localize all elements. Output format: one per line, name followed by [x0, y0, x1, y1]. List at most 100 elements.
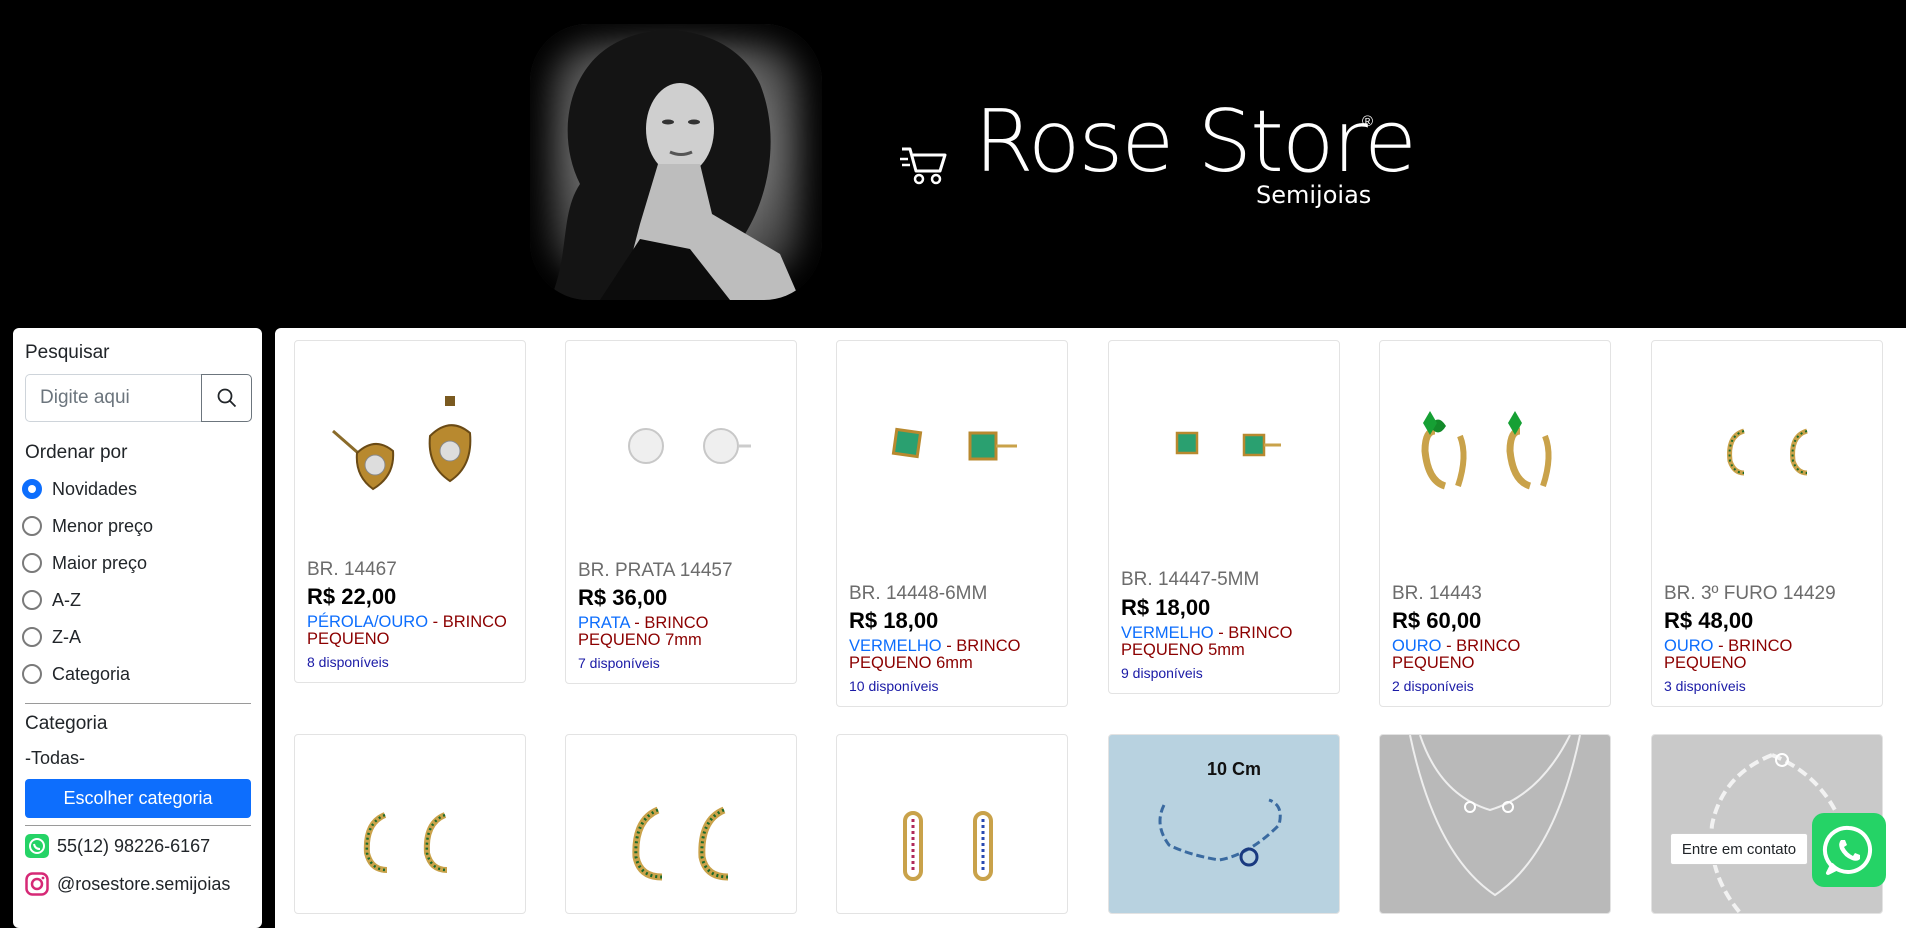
- product-description: VERMELHO - BRINCO PEQUENO 6mm: [849, 638, 1057, 672]
- desc-separator: -: [1441, 637, 1457, 655]
- search-button[interactable]: [201, 374, 252, 422]
- product-color: OURO: [1392, 637, 1442, 655]
- product-description: PRATA - BRINCO PEQUENO 7mm: [578, 615, 786, 649]
- product-card[interactable]: 10 Cm: [1108, 734, 1340, 914]
- product-color: VERMELHO: [1121, 624, 1214, 642]
- product-card[interactable]: BR. PRATA 14457 R$ 36,00 PRATA - BRINCO …: [565, 340, 797, 684]
- phone-number: 55(12) 98226-6167: [57, 835, 211, 856]
- product-code: BR. PRATA 14457: [578, 560, 733, 581]
- search-input[interactable]: [25, 374, 201, 422]
- desc-separator: -: [629, 614, 645, 632]
- brand-subtitle: Semijoias: [1256, 181, 1372, 209]
- product-card[interactable]: [836, 734, 1068, 914]
- product-card[interactable]: BR. 14443 R$ 60,00 OURO - BRINCO PEQUENO…: [1379, 340, 1611, 707]
- product-code: BR. 14467: [307, 559, 397, 580]
- product-image: [632, 806, 729, 881]
- contact-tooltip: Entre em contato: [1670, 833, 1808, 865]
- search-group: [25, 374, 252, 422]
- product-code: BR. 14443: [1392, 583, 1482, 604]
- product-price: R$ 22,00: [307, 584, 397, 609]
- product-price: R$ 18,00: [1121, 595, 1211, 620]
- store-logo[interactable]: Rose Store ® Semijoias: [900, 99, 1417, 235]
- product-color: OURO: [1664, 637, 1714, 655]
- category-current: -Todas-: [25, 748, 86, 768]
- product-description: OURO - BRINCO PEQUENO: [1664, 638, 1872, 672]
- choose-category-button[interactable]: Escolher categoria: [25, 779, 251, 818]
- product-image: [1175, 431, 1281, 457]
- product-stock: 8 disponíveis: [307, 654, 389, 670]
- sort-option-z-a[interactable]: Z-A: [22, 623, 81, 651]
- category-label: Categoria: [25, 713, 108, 734]
- desc-separator: -: [941, 637, 957, 655]
- product-stock: 2 disponíveis: [1392, 678, 1474, 694]
- product-image: 10 Cm: [1158, 759, 1282, 867]
- search-icon: [217, 388, 236, 408]
- sort-option-categoria[interactable]: Categoria: [22, 660, 130, 688]
- product-card[interactable]: [565, 734, 797, 914]
- radio-button[interactable]: [22, 664, 42, 684]
- whatsapp-icon: [1822, 825, 1873, 875]
- product-image: [363, 812, 448, 873]
- model-portrait-image: [530, 24, 822, 300]
- product-price: R$ 60,00: [1392, 608, 1482, 633]
- instagram-icon: [25, 872, 49, 896]
- product-image: [903, 811, 993, 881]
- radio-button[interactable]: [22, 590, 42, 610]
- divider: [25, 703, 251, 704]
- sort-option-novidades[interactable]: Novidades: [22, 475, 137, 503]
- desc-separator: -: [1713, 637, 1729, 655]
- product-code: BR. 14447-5MM: [1121, 569, 1260, 590]
- instagram-contact[interactable]: @rosestore.semijoias: [25, 872, 230, 896]
- brand-name: Rose Store: [974, 92, 1417, 192]
- product-card[interactable]: BR. 14467 R$ 22,00 PÉROLA/OURO - BRINCO …: [294, 340, 526, 683]
- whatsapp-small-icon: [25, 834, 49, 858]
- header-banner: Rose Store ® Semijoias: [0, 0, 1906, 328]
- product-stock: 10 disponíveis: [849, 678, 939, 694]
- sort-option-label: Novidades: [52, 478, 138, 499]
- product-stock: 3 disponíveis: [1664, 678, 1746, 694]
- radio-button[interactable]: [22, 553, 42, 573]
- product-image: [628, 428, 751, 464]
- product-card[interactable]: [294, 734, 526, 914]
- product-card[interactable]: BR. 14448-6MM R$ 18,00 VERMELHO - BRINCO…: [836, 340, 1068, 707]
- desc-separator: -: [428, 613, 443, 631]
- extender-caption: 10 Cm: [1207, 759, 1261, 779]
- product-card[interactable]: BR. 14447-5MM R$ 18,00 VERMELHO - BRINCO…: [1108, 340, 1340, 694]
- product-code: BR. 3º FURO 14429: [1664, 583, 1836, 604]
- whatsapp-button[interactable]: [1812, 813, 1886, 887]
- sort-option-label: Categoria: [52, 663, 131, 684]
- product-description: VERMELHO - BRINCO PEQUENO 5mm: [1121, 625, 1329, 659]
- product-price: R$ 48,00: [1664, 608, 1754, 633]
- sort-option-label: Maior preço: [52, 552, 148, 573]
- product-stock: 7 disponíveis: [578, 655, 660, 671]
- product-image: [891, 427, 1017, 461]
- product-code: BR. 14448-6MM: [849, 583, 988, 604]
- product-price: R$ 36,00: [578, 585, 668, 610]
- product-image: [332, 396, 472, 491]
- product-card[interactable]: BR. 3º FURO 14429 R$ 48,00 OURO - BRINCO…: [1651, 340, 1883, 707]
- product-color: PRATA: [578, 614, 630, 632]
- whatsapp-contact[interactable]: 55(12) 98226-6167: [25, 834, 210, 858]
- filter-sidebar: Pesquisar Ordenar por Novidades Menor pr…: [13, 328, 262, 928]
- product-description: PÉROLA/OURO - BRINCO PEQUENO: [307, 614, 515, 648]
- sort-option-label: Menor preço: [52, 515, 154, 536]
- radio-button[interactable]: [22, 516, 42, 536]
- sort-label: Ordenar por: [25, 442, 128, 463]
- shopping-cart-icon: [900, 147, 947, 185]
- product-color: PÉROLA/OURO: [307, 613, 429, 631]
- product-stock: 9 disponíveis: [1121, 665, 1203, 681]
- product-image: [1409, 735, 1581, 897]
- product-image: [1727, 428, 1808, 476]
- product-grid: BR. 14467 R$ 22,00 PÉROLA/OURO - BRINCO …: [275, 328, 1906, 928]
- radio-button[interactable]: [22, 479, 42, 499]
- sort-option-label: Z-A: [52, 626, 81, 647]
- sort-option-a-z[interactable]: A-Z: [22, 586, 81, 614]
- product-description: OURO - BRINCO PEQUENO: [1392, 638, 1600, 672]
- radio-button[interactable]: [22, 627, 42, 647]
- registered-mark: ®: [1362, 113, 1374, 130]
- product-card[interactable]: [1379, 734, 1611, 914]
- sort-option-menor-preco[interactable]: Menor preço: [22, 512, 153, 540]
- product-image: [1421, 411, 1552, 490]
- divider: [25, 825, 251, 826]
- sort-option-maior-preco[interactable]: Maior preço: [22, 549, 147, 577]
